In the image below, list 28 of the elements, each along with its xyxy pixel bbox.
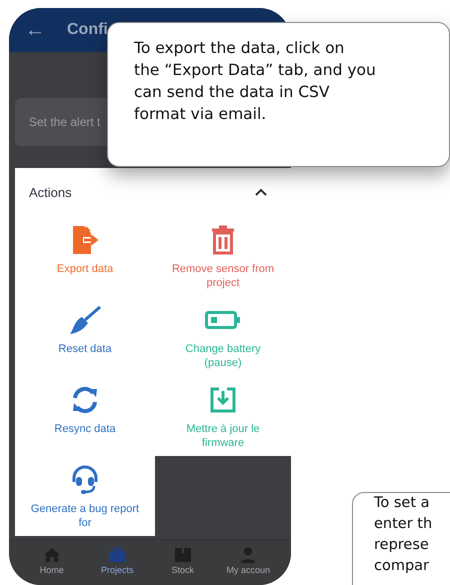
download-icon: [210, 387, 236, 413]
headset-icon: [70, 464, 100, 496]
callout-text: represe: [374, 536, 430, 555]
person-icon: [240, 547, 256, 563]
back-button[interactable]: ←: [25, 18, 45, 42]
actions-title: Actions: [29, 184, 72, 200]
nav-tab[interactable]: Projects: [86, 540, 148, 585]
chevron-icon[interactable]: [255, 188, 267, 196]
battery-icon: [205, 311, 241, 329]
trash-icon: [210, 225, 236, 255]
callout-text: To export the data, click on: [134, 38, 346, 59]
callout-text: compar: [374, 557, 430, 576]
nav-tab[interactable]: Stock: [152, 540, 214, 585]
broom-icon: [68, 305, 102, 335]
nav-tab[interactable]: My accoun: [217, 540, 280, 585]
screen-title: Confi: [67, 21, 108, 39]
nav-tab[interactable]: Home: [20, 540, 83, 585]
callout-text: format via email.: [134, 104, 268, 125]
briefcase-icon: [108, 547, 126, 563]
file-export-icon: [70, 225, 100, 255]
callout-text: can send the data in CSV: [134, 82, 330, 103]
callout-text: the “Export Data” tab, and you: [134, 60, 377, 81]
callout-text: enter th: [374, 515, 434, 534]
callout-text: To set a: [374, 494, 431, 513]
alert-text: Set the alert t: [29, 115, 100, 129]
sync-icon: [70, 385, 100, 415]
box-icon: [174, 547, 192, 563]
home-icon: [42, 547, 61, 563]
